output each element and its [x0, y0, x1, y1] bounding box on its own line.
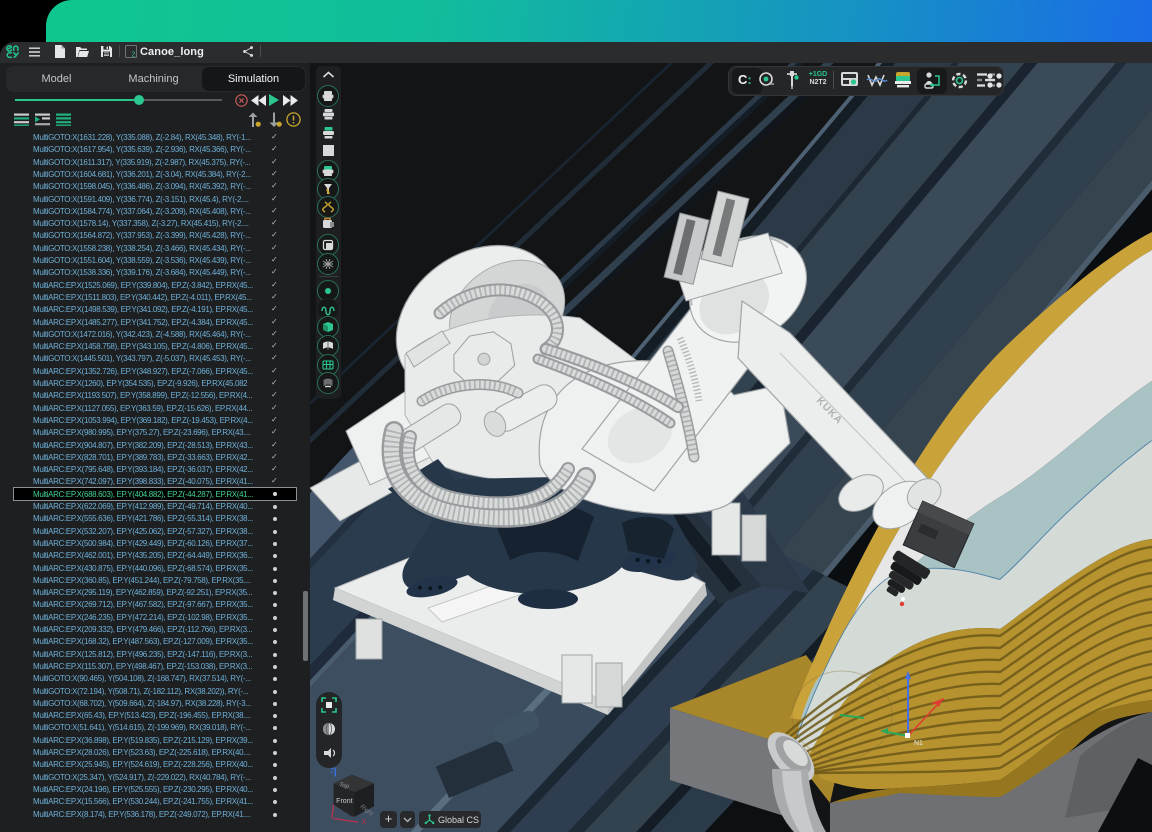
svg-text:N1: N1 [914, 740, 923, 747]
svg-text:X: X [362, 819, 367, 824]
svg-text:Front: Front [336, 798, 352, 805]
svg-text:2: 2 [132, 52, 136, 59]
svg-text:Z: Z [330, 768, 335, 775]
